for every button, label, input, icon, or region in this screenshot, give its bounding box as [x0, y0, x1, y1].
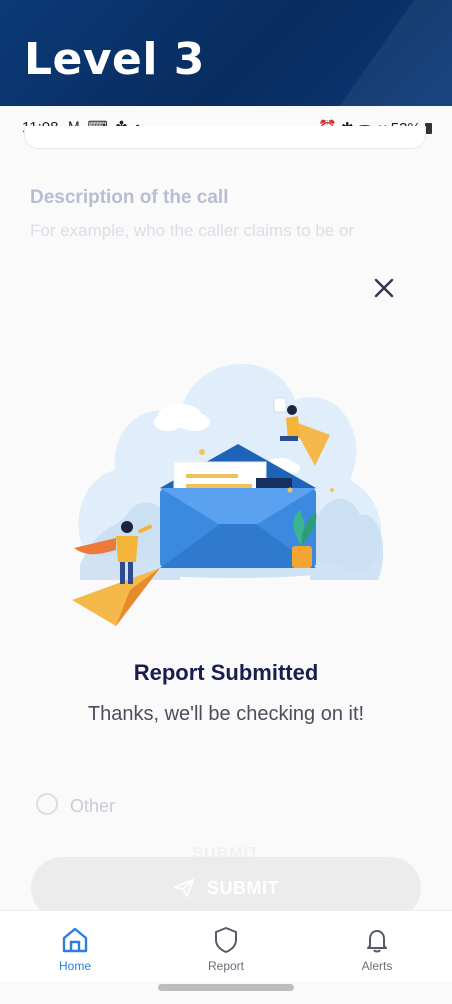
nav-alerts-label: Alerts — [361, 959, 393, 973]
shield-icon — [215, 927, 237, 953]
modal-message: Thanks, we'll be checking on it! — [87, 703, 365, 725]
bottom-nav: Home Report Alerts — [0, 910, 452, 981]
nav-report-label: Report — [207, 959, 245, 973]
background-card — [24, 126, 426, 149]
close-icon — [374, 278, 394, 298]
nav-alerts[interactable]: Alerts — [337, 925, 417, 973]
submitted-illustration — [60, 340, 392, 640]
send-icon — [173, 878, 195, 898]
home-indicator[interactable] — [158, 984, 294, 991]
close-button[interactable] — [370, 274, 398, 302]
radio-other[interactable] — [36, 793, 58, 815]
nav-report[interactable]: Report — [186, 925, 266, 973]
submit-label: SUBMIT — [207, 877, 279, 898]
home-icon — [62, 927, 88, 953]
battery-icon — [425, 123, 432, 134]
description-placeholder: For example, who the caller claims to be… — [30, 221, 355, 240]
description-label: Description of the call — [30, 187, 229, 208]
level-title: Level 3 — [24, 34, 205, 85]
radio-other-label: Other — [70, 796, 116, 816]
nav-home-label: Home — [58, 959, 91, 973]
modal-title: Report Submitted — [133, 660, 319, 685]
bell-icon — [367, 930, 387, 953]
nav-home[interactable]: Home — [35, 925, 115, 973]
level-banner: Level 3 — [0, 0, 452, 106]
